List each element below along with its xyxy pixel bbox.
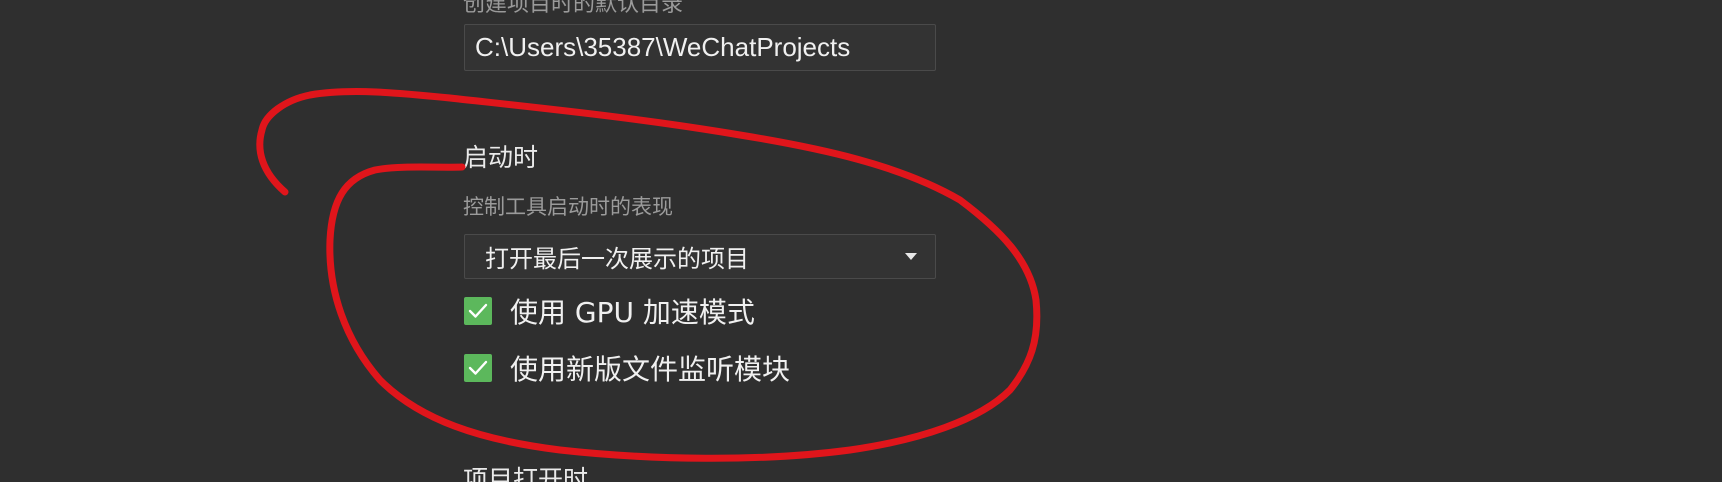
checkmark-icon bbox=[468, 360, 488, 375]
startup-section-description: 控制工具启动时的表现 bbox=[463, 195, 673, 219]
default-directory-label: 创建项目时的默认目录 bbox=[463, 0, 684, 17]
gpu-acceleration-label: 使用 GPU 加速模式 bbox=[510, 296, 755, 329]
caret-down-icon bbox=[905, 253, 917, 260]
checkmark-icon bbox=[468, 303, 488, 318]
file-watcher-label: 使用新版文件监听模块 bbox=[510, 353, 791, 386]
startup-behavior-select[interactable]: 打开最后一次展示的项目 bbox=[464, 234, 936, 279]
startup-behavior-value: 打开最后一次展示的项目 bbox=[485, 245, 749, 273]
file-watcher-checkbox[interactable] bbox=[464, 354, 492, 382]
default-directory-input[interactable] bbox=[464, 24, 936, 71]
gpu-acceleration-checkbox[interactable] bbox=[464, 297, 492, 325]
project-open-section-title: 项目打开时 bbox=[463, 465, 589, 482]
startup-section-title: 启动时 bbox=[463, 143, 539, 172]
settings-page: 创建项目时的默认目录 启动时 控制工具启动时的表现 打开最后一次展示的项目 使用… bbox=[0, 0, 1722, 482]
file-watcher-option[interactable]: 使用新版文件监听模块 bbox=[464, 348, 790, 388]
gpu-acceleration-option[interactable]: 使用 GPU 加速模式 bbox=[464, 291, 755, 331]
